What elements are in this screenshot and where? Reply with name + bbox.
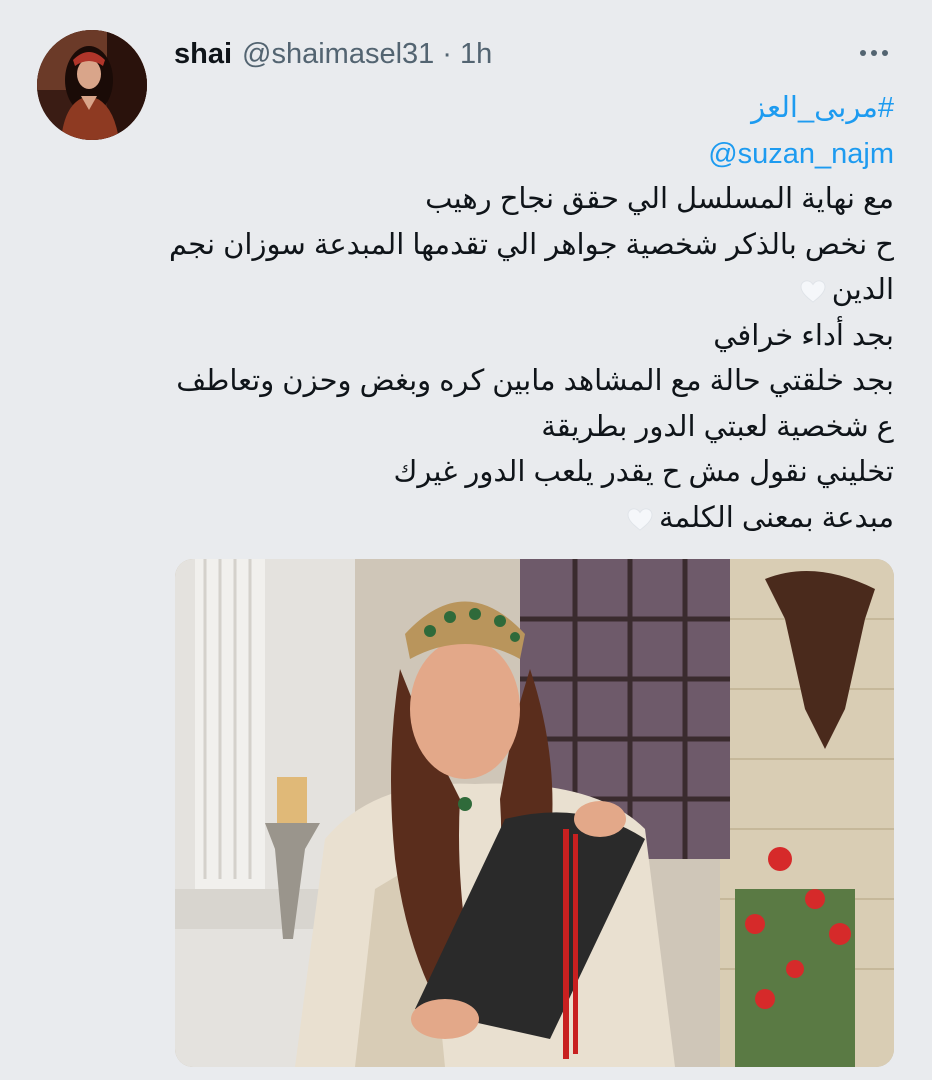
tweet-line-with-heart: الدين bbox=[174, 268, 894, 314]
tweet-photo[interactable] bbox=[175, 559, 894, 1067]
tweet[interactable]: shai @shaimasel31 · 1h #مربى_العز @suzan… bbox=[0, 0, 932, 1080]
white-heart-icon bbox=[800, 280, 826, 304]
tweet-line: بجد خلقتي حالة مع المشاهد مابين كره وبغض… bbox=[176, 365, 894, 397]
tweet-line: ع شخصية لعبتي الدور بطريقة bbox=[541, 410, 894, 443]
tweet-line: ح نخص بالذكر شخصية جواهر الي تقدمها المب… bbox=[168, 228, 894, 261]
more-options-button[interactable] bbox=[856, 40, 892, 66]
separator-dot: · bbox=[442, 37, 452, 70]
display-name[interactable]: shai bbox=[174, 38, 232, 71]
tweet-header: shai @shaimasel31 · 1h bbox=[174, 32, 492, 76]
tweet-text: #مربى_العز @suzan_najm مع نهاية المسلسل … bbox=[168, 86, 894, 542]
tweet-line: الدين bbox=[831, 274, 894, 306]
more-horizontal-icon bbox=[882, 50, 888, 56]
more-horizontal-icon bbox=[871, 50, 877, 56]
tweet-line: مبدعة بمعنى الكلمة bbox=[658, 501, 894, 534]
tweet-line-with-heart: مبدعة بمعنى الكلمة bbox=[174, 496, 894, 542]
more-horizontal-icon bbox=[860, 50, 866, 56]
tweet-line: تخليني نقول مش ح يقدر يلعب الدور غيرك bbox=[393, 456, 894, 488]
timestamp[interactable]: 1h bbox=[460, 38, 492, 71]
mention-link[interactable]: @suzan_najm bbox=[174, 132, 894, 178]
avatar[interactable] bbox=[37, 30, 147, 140]
hashtag-link[interactable]: #مربى_العز bbox=[174, 86, 894, 132]
user-handle[interactable]: @shaimasel31 bbox=[242, 38, 434, 71]
white-heart-icon bbox=[627, 508, 653, 531]
tweet-line: بجد أداء خرافي bbox=[713, 319, 894, 352]
tweet-line: مع نهاية المسلسل الي حقق نجاح رهيب bbox=[425, 183, 894, 215]
